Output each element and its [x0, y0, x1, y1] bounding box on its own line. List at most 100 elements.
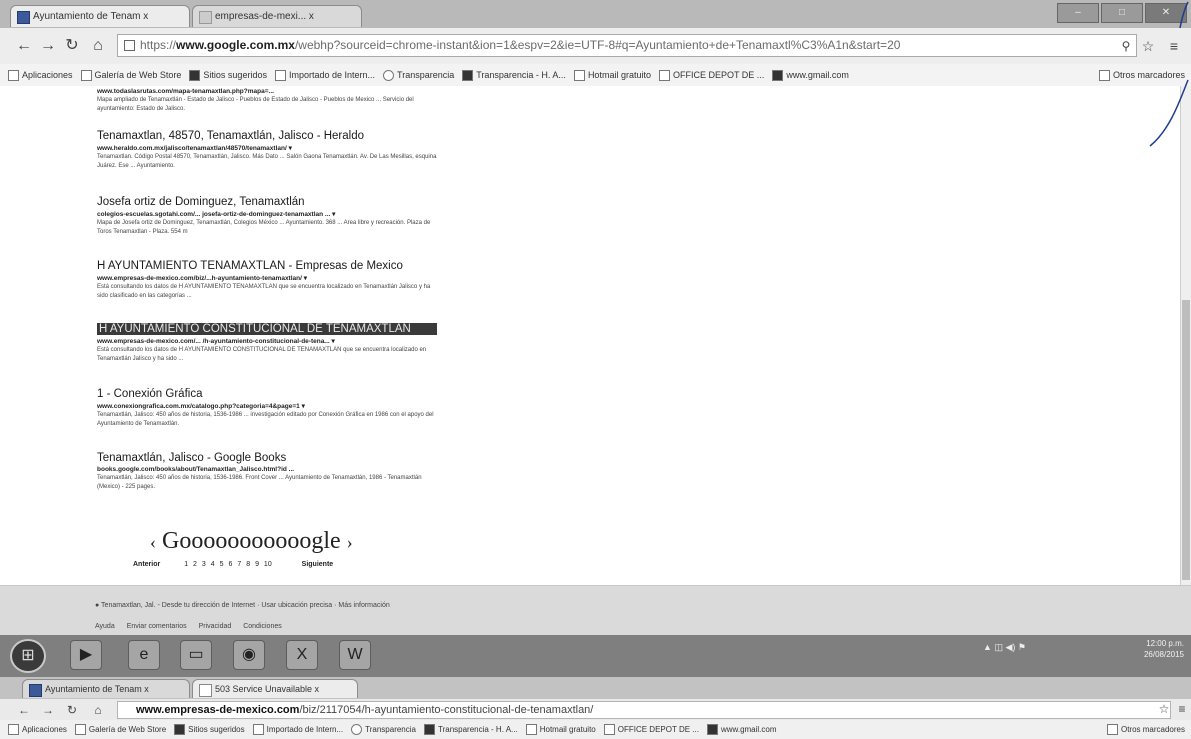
footer-link-ayuda[interactable]: Ayuda [95, 623, 115, 630]
page-link[interactable]: 9 [255, 561, 259, 568]
bookmark-office-depot[interactable]: OFFICE DEPOT DE ... [603, 724, 699, 735]
result-title[interactable]: Tenamaxtlán, Jalisco - Google Books [97, 452, 437, 464]
bookmark-otros[interactable]: Otros marcadores [1106, 724, 1185, 735]
url-host: www.empresas-de-mexico.com [136, 704, 300, 716]
search-icon[interactable]: ⚲ [1118, 37, 1134, 55]
page-link[interactable]: 3 [202, 561, 206, 568]
forward-arrow-icon[interactable]: → [40, 37, 56, 55]
bookmark-label: Transparencia [365, 725, 416, 734]
bookmark-office-depot[interactable]: OFFICE DEPOT DE ... [658, 69, 764, 81]
result-url[interactable]: books.google.com/books/about/Tenamaxtlan… [97, 466, 437, 473]
maximize-button[interactable]: □ [1101, 3, 1143, 23]
bookmark-label: OFFICE DEPOT DE ... [617, 725, 699, 734]
chrome-icon[interactable]: ◉ [233, 640, 265, 670]
media-player-icon[interactable]: ▶ [70, 640, 102, 670]
search-result: Tenamaxtlán, Jalisco - Google Books book… [97, 452, 437, 492]
bookmarks-bar: Aplicaciones Galería de Web Store Sitios… [0, 64, 1191, 87]
tab-ayuntamiento[interactable]: Ayuntamiento de Tenam x [10, 5, 190, 27]
back-arrow-icon[interactable]: ← [16, 701, 32, 719]
result-title-selected[interactable]: H AYUNTAMIENTO CONSTITUCIONAL DE TENAMAX… [97, 323, 437, 335]
page-link[interactable]: 6 [228, 561, 232, 568]
bookmark-hotmail[interactable]: Hotmail gratuito [525, 724, 596, 735]
tray-arrow-icon[interactable]: ▲ [983, 642, 992, 652]
taskbar-clock[interactable]: 12:00 p.m. 26/08/2015 [1126, 638, 1184, 660]
footer-link-condiciones[interactable]: Condiciones [243, 623, 282, 630]
file-explorer-icon[interactable]: ▭ [180, 640, 212, 670]
result-url[interactable]: www.empresas-de-mexico.com/... /h-ayunta… [97, 337, 437, 345]
next-page-arrow[interactable]: › [347, 532, 353, 552]
bookmark-star-icon[interactable]: ☆ [1156, 700, 1172, 718]
address-bar-second[interactable]: www.empresas-de-mexico.com/biz/2117054/h… [117, 701, 1171, 719]
page-link[interactable]: 10 [264, 561, 272, 568]
bookmark-transparencia[interactable]: Transparencia [351, 724, 416, 735]
page-link[interactable]: 4 [211, 561, 215, 568]
result-url[interactable]: www.todaslasrutas.com/mapa-tenamaxtlan.p… [97, 88, 437, 95]
page-icon [573, 69, 585, 81]
reload-icon[interactable]: ↻ [64, 37, 80, 55]
result-title[interactable]: Tenamaxtlan, 48570, Tenamaxtlán, Jalisco… [97, 130, 437, 142]
flag-icon[interactable]: ⚑ [1018, 642, 1026, 652]
page-link[interactable]: 1 [184, 561, 188, 568]
bookmark-apps[interactable]: Aplicaciones [8, 724, 67, 735]
bookmark-gmail[interactable]: www.gmail.com [706, 724, 777, 735]
footer-link-comentarios[interactable]: Enviar comentarios [127, 623, 187, 630]
page-link[interactable]: 7 [237, 561, 241, 568]
bookmark-transparencia-ha[interactable]: Transparencia - H. A... [462, 69, 566, 81]
network-icon[interactable]: ◫ [994, 642, 1003, 652]
bookmark-transparencia[interactable]: Transparencia [383, 69, 455, 81]
bookmark-importado[interactable]: Importado de Intern... [274, 69, 375, 81]
bookmark-webstore[interactable]: Galería de Web Store [80, 69, 181, 81]
result-title[interactable]: Josefa ortiz de Dominguez, Tenamaxtlán [97, 196, 437, 208]
page-link[interactable]: 8 [246, 561, 250, 568]
home-icon[interactable]: ⌂ [90, 37, 106, 55]
ie-browser-icon[interactable]: e [128, 640, 160, 670]
tab-ayuntamiento-second[interactable]: Ayuntamiento de Tenam x [22, 679, 190, 698]
back-arrow-icon[interactable]: ← [16, 37, 32, 55]
gmail-icon [772, 69, 784, 81]
bookmark-sugeridos[interactable]: Sitios sugeridos [189, 69, 267, 81]
bookmark-label: Galería de Web Store [88, 725, 167, 734]
address-bar[interactable]: https://www.google.com.mx/webhp?sourceid… [117, 34, 1137, 57]
result-url[interactable]: www.heraldo.com.mx/jalisco/tenamaxtlan/4… [97, 144, 437, 152]
prev-page-link[interactable]: Anterior [133, 561, 160, 568]
page-icon [658, 69, 670, 81]
bookmark-gmail[interactable]: www.gmail.com [772, 69, 849, 81]
page-link[interactable]: 2 [193, 561, 197, 568]
bookmark-label: Importado de Intern... [266, 725, 344, 734]
tab-503[interactable]: 503 Service Unavailable x [192, 679, 358, 698]
bookmark-webstore[interactable]: Galería de Web Store [74, 724, 167, 735]
excel-icon[interactable]: X [286, 640, 318, 670]
google-wordmark: Gooooooooooogle [162, 528, 341, 554]
result-title[interactable]: H AYUNTAMIENTO TENAMAXTLAN - Empresas de… [97, 260, 437, 272]
volume-icon[interactable]: ◀) [1005, 642, 1015, 652]
start-button[interactable]: ⊞ [10, 639, 46, 673]
page-icon [74, 724, 86, 735]
page-link[interactable]: 5 [220, 561, 224, 568]
result-url[interactable]: colegios-escuelas.sgotahi.com/... josefa… [97, 210, 437, 218]
reload-icon[interactable]: ↻ [64, 701, 80, 719]
next-page-link[interactable]: Siguiente [302, 561, 334, 568]
bookmark-sugeridos[interactable]: Sitios sugeridos [174, 724, 245, 735]
bookmark-hotmail[interactable]: Hotmail gratuito [573, 69, 651, 81]
footer-link-privacidad[interactable]: Privacidad [199, 623, 232, 630]
prev-page-arrow[interactable]: ‹ [150, 532, 156, 552]
home-icon[interactable]: ⌂ [90, 701, 106, 719]
forward-arrow-icon[interactable]: → [40, 701, 56, 719]
pen-annotation [1149, 1, 1189, 147]
bookmark-label: Transparencia [397, 70, 455, 80]
result-url[interactable]: www.conexiongrafica.com.mx/catalogo.php?… [97, 402, 437, 410]
minimize-button[interactable]: – [1057, 3, 1099, 23]
result-title[interactable]: 1 - Conexión Gráfica [97, 388, 437, 400]
bookmark-importado[interactable]: Importado de Intern... [252, 724, 344, 735]
word-icon[interactable]: W [339, 640, 371, 670]
menu-icon[interactable]: ≡ [1174, 700, 1190, 718]
result-url[interactable]: www.empresas-de-mexico.com/biz/...h-ayun… [97, 274, 437, 282]
bookmark-apps[interactable]: Aplicaciones [8, 69, 73, 81]
folder-icon [274, 69, 286, 81]
scrollbar-thumb[interactable] [1182, 300, 1190, 580]
result-snippet: Tenamaxtlan. Código Postal 48570, Tenama… [97, 154, 437, 169]
bookmark-transparencia-ha[interactable]: Transparencia - H. A... [423, 724, 518, 735]
apps-grid-icon [8, 69, 19, 81]
tab-empresas[interactable]: empresas-de-mexi... x [192, 5, 362, 27]
url-scheme: https:// [140, 38, 177, 52]
